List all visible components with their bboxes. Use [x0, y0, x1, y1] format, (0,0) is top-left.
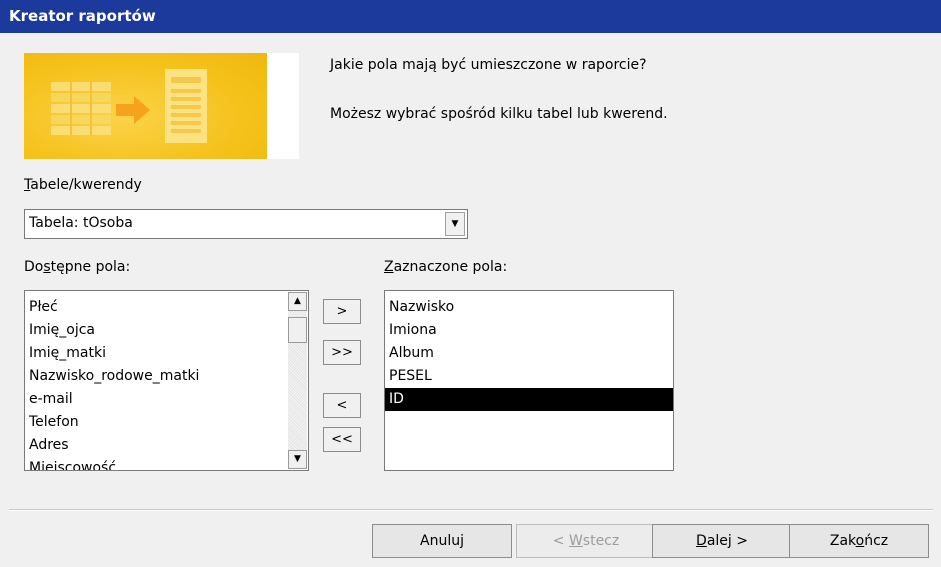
prompt-hint: Możesz wybrać spośród kilku tabel lub kw…: [330, 106, 668, 122]
report-wizard-icon: [51, 69, 207, 143]
list-item[interactable]: Telefon: [25, 411, 288, 434]
scroll-up-icon[interactable]: ▲: [288, 292, 307, 311]
list-item[interactable]: PESEL: [385, 365, 673, 388]
list-item[interactable]: Miejscowość: [25, 457, 288, 470]
available-fields-scrollbar[interactable]: ▲ ▼: [288, 292, 307, 469]
tables-dropdown[interactable]: Tabela: tOsoba ▼: [24, 209, 468, 239]
list-item[interactable]: Imię_ojca: [25, 319, 288, 342]
finish-button[interactable]: Zakończ: [789, 524, 929, 558]
prompt-question: Jakie pola mają być umieszczone w raporc…: [330, 57, 647, 73]
list-item[interactable]: Płeć: [25, 296, 288, 319]
add-all-fields-button[interactable]: >>: [323, 340, 361, 365]
selected-fields-label: Zaznaczone pola:: [384, 259, 508, 275]
wizard-illustration: [24, 53, 299, 159]
next-button[interactable]: Dalej >: [652, 524, 792, 558]
available-fields-label: Dostępne pola:: [24, 259, 131, 275]
tables-label: Tabele/kwerendy: [24, 177, 142, 193]
tables-dropdown-value: Tabela: tOsoba: [29, 215, 133, 231]
divider: [9, 509, 933, 511]
chevron-down-icon[interactable]: ▼: [445, 212, 465, 236]
selected-fields-list[interactable]: Nazwisko Imiona Album PESEL ID: [384, 290, 674, 471]
available-fields-list[interactable]: Płeć Imię_ojca Imię_matki Nazwisko_rodow…: [24, 290, 309, 471]
remove-field-button[interactable]: <: [323, 393, 361, 418]
remove-all-fields-button[interactable]: <<: [323, 427, 361, 452]
list-item[interactable]: Imiona: [385, 319, 673, 342]
list-item-selected[interactable]: ID: [385, 388, 673, 411]
add-field-button[interactable]: >: [323, 299, 361, 324]
scrollbar-thumb[interactable]: [288, 317, 307, 343]
list-item[interactable]: Imię_matki: [25, 342, 288, 365]
scroll-down-icon[interactable]: ▼: [288, 450, 307, 469]
window-title: Kreator raportów: [0, 0, 941, 33]
cancel-button[interactable]: Anuluj: [372, 524, 512, 558]
list-item[interactable]: Nazwisko_rodowe_matki: [25, 365, 288, 388]
list-item[interactable]: e-mail: [25, 388, 288, 411]
list-item[interactable]: Nazwisko: [385, 296, 673, 319]
list-item[interactable]: Album: [385, 342, 673, 365]
back-button[interactable]: < Wstecz: [516, 524, 656, 558]
list-item[interactable]: Adres: [25, 434, 288, 457]
